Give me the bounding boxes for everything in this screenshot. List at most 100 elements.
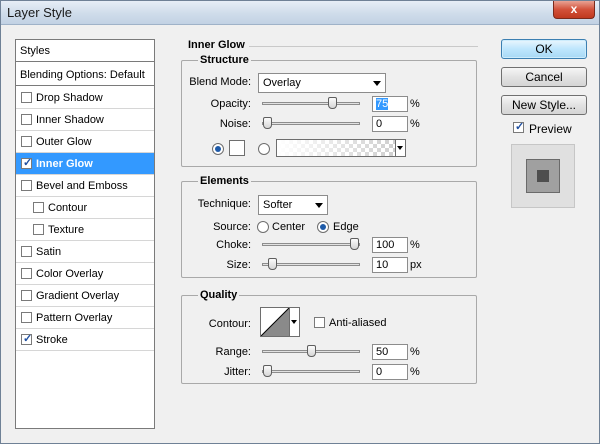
- blend-mode-select[interactable]: Overlay: [258, 73, 386, 93]
- jitter-unit: %: [410, 366, 420, 378]
- style-item-inner-shadow[interactable]: Inner Shadow: [16, 109, 154, 131]
- preview-checkbox[interactable]: [513, 120, 524, 133]
- styles-header-label: Styles: [20, 45, 50, 57]
- style-checkbox[interactable]: [33, 202, 44, 213]
- style-checkbox[interactable]: [21, 268, 32, 279]
- style-item-label: Gradient Overlay: [36, 290, 120, 302]
- jitter-label: Jitter:: [224, 366, 251, 378]
- style-item-label: Stroke: [36, 334, 68, 346]
- glow-gradient-picker[interactable]: [276, 139, 396, 157]
- opacity-value: 75: [376, 98, 389, 110]
- glow-color-swatch[interactable]: [229, 140, 245, 156]
- elements-title: Elements: [198, 175, 251, 187]
- contour-label: Contour:: [208, 318, 251, 330]
- size-unit: px: [410, 259, 422, 271]
- style-item-gradient-overlay[interactable]: Gradient Overlay: [16, 285, 154, 307]
- style-item-contour[interactable]: Contour: [16, 197, 154, 219]
- noise-slider-thumb[interactable]: [263, 117, 272, 129]
- opacity-slider-thumb[interactable]: [328, 97, 337, 109]
- quality-group: Quality Contour: Anti-aliased Range: 50 …: [181, 289, 477, 384]
- title-bar[interactable]: Layer Style x: [1, 1, 599, 25]
- noise-slider[interactable]: [262, 117, 360, 129]
- chevron-down-icon: [315, 203, 323, 208]
- styles-header[interactable]: Styles: [16, 40, 154, 62]
- style-item-label: Texture: [48, 224, 85, 236]
- range-label: Range:: [215, 346, 251, 358]
- preview-swatch-inner: [537, 170, 549, 182]
- gradient-dropdown-button[interactable]: [396, 139, 406, 157]
- preview-swatch-outer: [526, 159, 560, 193]
- preview-label: Preview: [529, 122, 572, 136]
- style-checkbox[interactable]: [21, 156, 32, 169]
- size-label: Size:: [226, 259, 251, 271]
- choke-slider[interactable]: [262, 238, 360, 250]
- source-center-radio[interactable]: [257, 221, 269, 233]
- jitter-input[interactable]: 0: [372, 364, 408, 380]
- jitter-value: 0: [376, 366, 383, 378]
- style-checkbox[interactable]: [33, 224, 44, 235]
- style-checkbox[interactable]: [21, 114, 32, 125]
- choke-value: 100: [376, 239, 395, 251]
- style-item-color-overlay[interactable]: Color Overlay: [16, 263, 154, 285]
- style-checkbox[interactable]: [21, 312, 32, 323]
- range-input[interactable]: 50: [372, 344, 408, 360]
- noise-unit: %: [410, 118, 420, 130]
- style-checkbox[interactable]: [21, 136, 32, 147]
- style-preview: [511, 144, 575, 208]
- style-list: Drop Shadow Inner Shadow Outer Glow Inner G…: [16, 87, 154, 351]
- style-item-inner-glow[interactable]: Inner Glow: [16, 153, 154, 175]
- style-checkbox[interactable]: [21, 290, 32, 301]
- size-slider[interactable]: [262, 258, 360, 270]
- jitter-slider-thumb[interactable]: [263, 365, 272, 377]
- opacity-input[interactable]: 75: [372, 96, 408, 112]
- size-value: 10: [376, 259, 389, 271]
- window-title: Layer Style: [7, 5, 73, 20]
- style-item-pattern-overlay[interactable]: Pattern Overlay: [16, 307, 154, 329]
- gradient-mode-radio[interactable]: [258, 143, 270, 155]
- close-button[interactable]: x: [553, 1, 595, 19]
- blending-options-item[interactable]: Blending Options: Default: [16, 64, 154, 86]
- style-item-texture[interactable]: Texture: [16, 219, 154, 241]
- source-center-label: Center: [272, 221, 306, 233]
- style-item-label: Color Overlay: [36, 268, 104, 280]
- style-item-label: Pattern Overlay: [36, 312, 113, 324]
- close-icon: x: [570, 2, 578, 16]
- contour-preview[interactable]: [260, 307, 290, 337]
- structure-group: Structure Blend Mode: Overlay Opacity: 7…: [181, 54, 477, 167]
- ok-button[interactable]: OK: [501, 39, 587, 59]
- contour-dropdown-button[interactable]: [290, 307, 300, 337]
- cancel-button[interactable]: Cancel: [501, 67, 587, 87]
- choke-unit: %: [410, 239, 420, 251]
- style-checkbox[interactable]: [21, 180, 32, 191]
- source-edge-radio[interactable]: [317, 221, 329, 233]
- style-checkbox[interactable]: [21, 332, 32, 345]
- quality-title: Quality: [198, 289, 240, 301]
- size-input[interactable]: 10: [372, 257, 408, 273]
- style-item-drop-shadow[interactable]: Drop Shadow: [16, 87, 154, 109]
- opacity-unit: %: [410, 98, 420, 110]
- elements-group: Elements Technique: Softer Source: Cente…: [181, 175, 477, 278]
- anti-aliased-label: Anti-aliased: [329, 317, 387, 329]
- style-item-stroke[interactable]: Stroke: [16, 329, 154, 351]
- opacity-slider[interactable]: [262, 97, 360, 109]
- anti-aliased-checkbox[interactable]: [314, 317, 325, 328]
- noise-input[interactable]: 0: [372, 116, 408, 132]
- range-slider[interactable]: [262, 345, 360, 357]
- technique-select[interactable]: Softer: [258, 195, 328, 215]
- style-item-satin[interactable]: Satin: [16, 241, 154, 263]
- jitter-slider[interactable]: [262, 365, 360, 377]
- style-item-outer-glow[interactable]: Outer Glow: [16, 131, 154, 153]
- choke-input[interactable]: 100: [372, 237, 408, 253]
- new-style-button[interactable]: New Style...: [501, 95, 587, 115]
- range-slider-thumb[interactable]: [307, 345, 316, 357]
- color-mode-radio[interactable]: [212, 143, 224, 155]
- blend-mode-value: Overlay: [263, 77, 301, 89]
- style-checkbox[interactable]: [21, 246, 32, 257]
- style-item-bevel-and-emboss[interactable]: Bevel and Emboss: [16, 175, 154, 197]
- style-checkbox[interactable]: [21, 92, 32, 103]
- style-item-label: Contour: [48, 202, 88, 214]
- section-title: Inner Glow: [188, 39, 245, 51]
- choke-label: Choke:: [216, 239, 251, 251]
- choke-slider-thumb[interactable]: [350, 238, 359, 250]
- size-slider-thumb[interactable]: [268, 258, 277, 270]
